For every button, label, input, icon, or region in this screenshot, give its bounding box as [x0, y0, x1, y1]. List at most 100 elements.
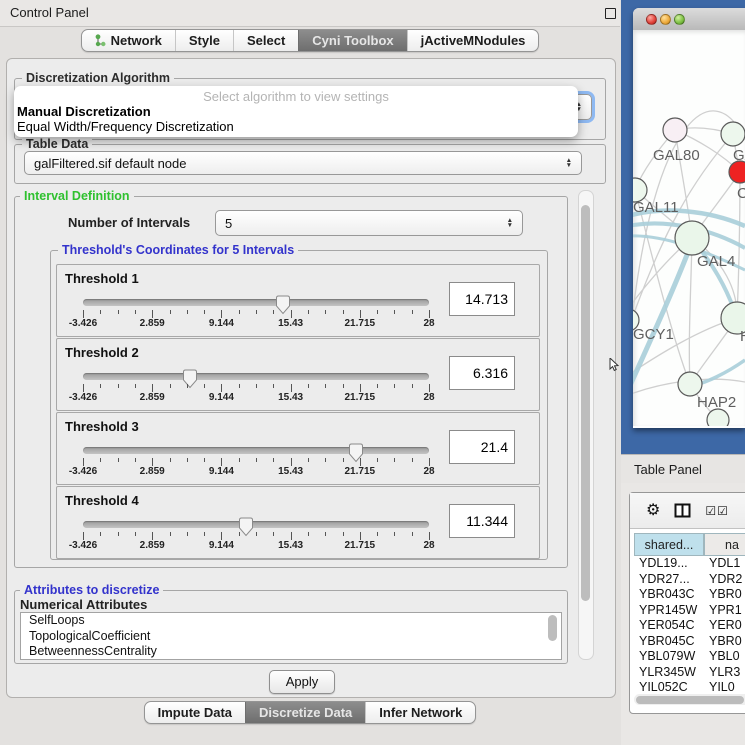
network-node-GAL4[interactable] — [675, 221, 709, 255]
table-hscrollbar-thumb[interactable] — [636, 696, 744, 704]
table-cell: YBR0 — [704, 587, 745, 603]
tab-label: Discretize Data — [259, 705, 352, 720]
discretization-algorithm-group-title: Discretization Algorithm — [22, 71, 174, 85]
algorithm-dropdown-popup: Select algorithm to view settings Manual… — [14, 86, 578, 137]
network-node-label: GCY1 — [633, 326, 674, 343]
threshold-3-box: Threshold 3-3.4262.8599.14415.4321.71528… — [56, 412, 540, 485]
table-cell: YBR045C — [634, 634, 704, 650]
threshold-label: Threshold 1 — [65, 271, 139, 286]
column-layout-icon[interactable] — [674, 503, 691, 518]
threshold-value-field[interactable]: 11.344 — [449, 504, 515, 538]
combo-stepper-icon: ▲▼ — [499, 218, 513, 228]
table-row[interactable]: YDR27...YDR2 — [634, 572, 745, 588]
table-panel-header: Table Panel — [621, 454, 745, 484]
tab-jactivemnodules[interactable]: jActiveMNodules — [407, 30, 539, 51]
table-column-header[interactable]: shared... — [634, 533, 704, 556]
attributes-list-scrollbar[interactable] — [548, 615, 557, 641]
threshold-2-box: Threshold 2-3.4262.8599.14415.4321.71528… — [56, 338, 540, 411]
table-row[interactable]: YLR345WYLR3 — [634, 665, 745, 681]
network-window-titlebar[interactable] — [633, 8, 745, 31]
table-data-combobox[interactable]: galFiltered.sif default node ▲▼ — [24, 151, 582, 175]
network-edge[interactable] — [689, 238, 692, 384]
table-panel-title: Table Panel — [634, 455, 702, 484]
tab-network[interactable]: Network — [82, 30, 175, 51]
network-node-red-node[interactable] — [729, 161, 745, 183]
slider-ticks — [83, 310, 429, 318]
tab-style[interactable]: Style — [175, 30, 233, 51]
table-data-combo-value: galFiltered.sif default node — [34, 156, 186, 171]
table-row[interactable]: YBL079WYBL0 — [634, 649, 745, 665]
bottom-tab-bar: Impute Data Discretize Data Infer Network — [0, 701, 620, 724]
tab-label: Select — [247, 33, 285, 48]
number-of-intervals-combobox[interactable]: 5 ▲▼ — [215, 210, 523, 236]
threshold-value-field[interactable]: 6.316 — [449, 356, 515, 390]
slider-tick-labels: -3.4262.8599.14415.4321.71528 — [83, 392, 429, 404]
control-panel-title: Control Panel — [10, 0, 89, 26]
table-row[interactable]: YBR045CYBR0 — [634, 634, 745, 650]
tab-label: Impute Data — [158, 705, 232, 720]
threshold-slider-track[interactable] — [83, 447, 429, 454]
network-node-top-right[interactable] — [721, 122, 745, 146]
numerical-attributes-label: Numerical Attributes — [20, 597, 147, 612]
network-window: GAL80GAGAL11CGAL4GCY1HHAP2 — [633, 8, 745, 428]
tab-cyni-toolbox[interactable]: Cyni Toolbox — [298, 30, 406, 51]
panel-scrollbar-track[interactable] — [578, 190, 594, 660]
table-hscrollbar-track[interactable] — [634, 694, 745, 705]
attribute-item[interactable]: BetweennessCentrality — [21, 644, 561, 660]
algorithm-option-manual[interactable]: Manual Discretization — [17, 104, 151, 119]
numerical-attributes-list[interactable]: SelfLoopsTopologicalCoefficientBetweenne… — [20, 612, 562, 660]
slider-ticks — [83, 458, 429, 466]
tab-label: jActiveMNodules — [421, 33, 526, 48]
network-node-label: GAL80 — [653, 147, 700, 164]
apply-button[interactable]: Apply — [269, 670, 335, 694]
select-columns-icon[interactable]: ☑☑ — [705, 503, 729, 519]
attribute-item[interactable]: SelfLoops — [21, 613, 561, 629]
zoom-traffic-light-icon[interactable] — [674, 14, 685, 25]
table-cell: YDR27... — [634, 572, 704, 588]
table-cell: YBL0 — [704, 649, 745, 665]
threshold-value-field[interactable]: 21.4 — [449, 430, 515, 464]
tab-label: Network — [111, 33, 162, 48]
network-node-bottom[interactable] — [707, 409, 729, 426]
slider-tick-labels: -3.4262.8599.14415.4321.71528 — [83, 540, 429, 552]
table-cell: YER0 — [704, 618, 745, 634]
tab-select[interactable]: Select — [233, 30, 298, 51]
node-table: shared...naYDL19...YDL1YDR27...YDR2YBR04… — [634, 533, 745, 696]
table-row[interactable]: YPR145WYPR1 — [634, 603, 745, 619]
tab-infer-network[interactable]: Infer Network — [365, 702, 475, 723]
table-row[interactable]: YDL19...YDL1 — [634, 556, 745, 572]
tab-impute-data[interactable]: Impute Data — [145, 702, 245, 723]
threshold-slider-track[interactable] — [83, 521, 429, 528]
network-node-label: H — [740, 328, 745, 345]
table-row[interactable]: YBR043CYBR0 — [634, 587, 745, 603]
gear-icon[interactable]: ⚙ — [646, 503, 660, 519]
table-cell: YBL079W — [634, 649, 704, 665]
table-column-header[interactable]: na — [704, 533, 745, 556]
network-node-label: GA — [733, 147, 745, 164]
threshold-slider-track[interactable] — [83, 299, 429, 306]
algorithm-placeholder-option[interactable]: Select algorithm to view settings — [14, 89, 578, 104]
tab-discretize-data[interactable]: Discretize Data — [245, 702, 365, 723]
minimize-traffic-light-icon[interactable] — [660, 14, 671, 25]
network-node-label: HAP2 — [697, 394, 736, 411]
table-row[interactable]: YER054CYER0 — [634, 618, 745, 634]
network-canvas[interactable]: GAL80GAGAL11CGAL4GCY1HHAP2 — [633, 30, 745, 426]
number-of-intervals-value: 5 — [225, 216, 232, 231]
table-cell: YBR043C — [634, 587, 704, 603]
network-edge-bundle[interactable] — [633, 242, 692, 390]
tab-label: Cyni Toolbox — [312, 33, 393, 48]
network-node-GAL80[interactable] — [663, 118, 687, 142]
network-node-HAP2[interactable] — [678, 372, 702, 396]
table-cell: YDL19... — [634, 556, 704, 572]
close-traffic-light-icon[interactable] — [646, 14, 657, 25]
table-cell: YDR2 — [704, 572, 745, 588]
panel-scrollbar-thumb[interactable] — [581, 205, 590, 601]
control-panel-titlebar: Control Panel — [0, 0, 620, 27]
attribute-item[interactable]: TopologicalCoefficient — [21, 629, 561, 645]
threshold-label: Threshold 3 — [65, 419, 139, 434]
algorithm-option-equal-width[interactable]: Equal Width/Frequency Discretization — [17, 119, 234, 134]
float-window-icon[interactable] — [605, 8, 616, 19]
threshold-slider-track[interactable] — [83, 373, 429, 380]
threshold-value-field[interactable]: 14.713 — [449, 282, 515, 316]
table-data-group-title: Table Data — [22, 137, 92, 151]
